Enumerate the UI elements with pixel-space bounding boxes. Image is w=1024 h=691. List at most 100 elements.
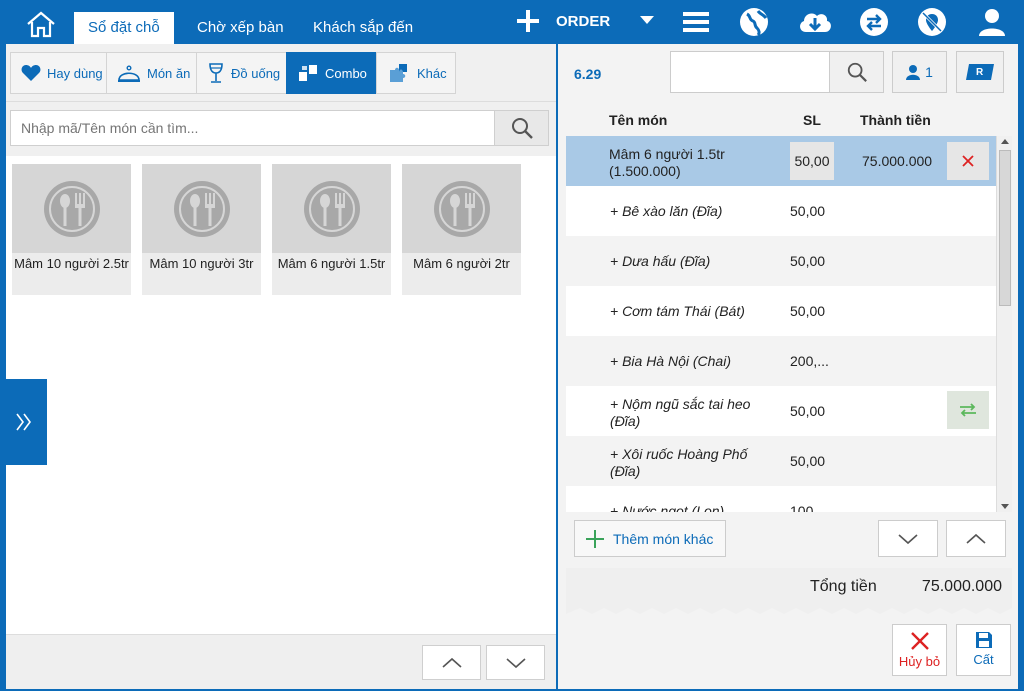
order-item-name: + Nộm ngũ sắc tai heo (Đĩa) xyxy=(610,396,751,429)
scroll-up-arrow-icon[interactable] xyxy=(1001,139,1009,144)
order-item-qty: 50,00 xyxy=(790,403,826,419)
menu-item-grid: Mâm 10 người 2.5tr Mâm 10 người 3tr Mâm … xyxy=(6,156,556,634)
order-search-button[interactable] xyxy=(829,51,884,93)
order-table-header: Tên món SL Thành tiền xyxy=(566,102,996,136)
order-row[interactable]: + Cơm tám Thái (Bát) 50,00 xyxy=(566,286,996,336)
menu-item[interactable]: Mâm 10 người 3tr xyxy=(142,164,261,295)
cloche-icon xyxy=(118,65,140,82)
order-actions-row: Thêm món khác xyxy=(558,512,1018,568)
category-label: Hay dùng xyxy=(47,65,103,81)
page-up-button[interactable] xyxy=(422,645,481,680)
order-item-name: + Bia Hà Nội (Chai) xyxy=(610,353,731,369)
search-input[interactable] xyxy=(10,110,496,146)
column-header-name: Tên món xyxy=(609,112,668,128)
category-other[interactable]: Khác xyxy=(376,52,456,94)
tab-arriving-guests[interactable]: Khách sắp đến xyxy=(299,12,427,44)
menu-item-name: Mâm 10 người 2.5tr xyxy=(14,256,129,271)
close-icon xyxy=(962,155,974,167)
category-combo[interactable]: Combo xyxy=(286,52,377,94)
top-bar: Sổ đặt chỗ Chờ xếp bàn Khách sắp đến ORD… xyxy=(0,0,1024,44)
order-item-qty[interactable]: 50,00 xyxy=(790,142,834,180)
scrollbar-thumb[interactable] xyxy=(999,150,1011,306)
order-search-input[interactable] xyxy=(670,51,830,93)
menu-item[interactable]: Mâm 10 người 2.5tr xyxy=(12,164,131,295)
menu-pager xyxy=(6,634,556,689)
page-down-button[interactable] xyxy=(486,645,545,680)
order-row[interactable]: + Xôi ruốc Hoàng Phố (Đĩa) 50,00 xyxy=(566,436,996,486)
order-label[interactable]: ORDER xyxy=(556,13,610,30)
column-header-amount: Thành tiền xyxy=(860,112,931,128)
receipt-edge xyxy=(566,604,1012,614)
tab-reservation-book[interactable]: Sổ đặt chỗ xyxy=(74,12,174,44)
menu-item[interactable]: Mâm 6 người 2tr xyxy=(402,164,521,295)
order-item-name: + Nước ngọt (Lon) xyxy=(610,503,725,512)
dish-placeholder-icon xyxy=(272,164,391,253)
chevron-up-icon xyxy=(441,657,462,668)
order-item-qty: 200,... xyxy=(790,353,829,369)
cloud-download-icon[interactable] xyxy=(796,6,831,38)
order-row[interactable]: + Bê xào lăn (Đĩa) 50,00 xyxy=(566,186,996,236)
category-label: Đồ uống xyxy=(231,65,281,81)
scroll-down-arrow-icon[interactable] xyxy=(1001,504,1009,509)
search-row xyxy=(6,102,556,156)
column-header-qty: SL xyxy=(803,112,821,128)
plus-icon[interactable] xyxy=(515,8,541,34)
save-label: Cất xyxy=(973,652,994,667)
total-value: 75.000.000 xyxy=(921,578,1002,595)
category-favorites[interactable]: Hay dùng xyxy=(10,52,107,94)
save-button[interactable]: Cất xyxy=(956,624,1011,676)
sync-icon[interactable] xyxy=(858,6,890,38)
category-drinks[interactable]: Đồ uống xyxy=(196,52,287,94)
cancel-button[interactable]: Hủy bỏ xyxy=(892,624,947,676)
category-label: Món ăn xyxy=(147,65,191,81)
guest-count-button[interactable]: 1 xyxy=(892,51,947,93)
order-row[interactable]: + Nộm ngũ sắc tai heo (Đĩa) 50,00 xyxy=(566,386,996,436)
order-item-amount: 75.000.000 xyxy=(862,153,933,169)
order-row[interactable]: + Bia Hà Nội (Chai) 200,... xyxy=(566,336,996,386)
order-scrollbar[interactable] xyxy=(996,136,1012,512)
order-row[interactable]: Mâm 6 người 1.5tr (1.500.000) 50,00 75.0… xyxy=(566,136,996,186)
add-more-items-button[interactable]: Thêm món khác xyxy=(574,520,726,557)
swap-icon xyxy=(960,403,976,417)
menu-item[interactable]: Mâm 6 người 1.5tr xyxy=(272,164,391,295)
user-icon[interactable] xyxy=(976,6,1008,38)
order-item-qty: 100,... xyxy=(790,503,829,512)
remove-item-button[interactable] xyxy=(947,142,989,180)
order-row[interactable]: + Dưa hấu (Đĩa) 50,00 xyxy=(566,236,996,286)
chevron-down-icon xyxy=(898,533,918,544)
dish-placeholder-icon xyxy=(402,164,521,253)
menu-item-name: Mâm 6 người 1.5tr xyxy=(277,256,386,271)
close-icon xyxy=(910,632,929,650)
total-label: Tổng tiền xyxy=(810,578,877,595)
save-icon xyxy=(975,632,992,648)
order-item-qty: 50,00 xyxy=(790,253,826,269)
home-icon[interactable] xyxy=(24,10,58,38)
order-item-name: + Dưa hấu (Đĩa) xyxy=(610,253,711,269)
r-tag-label: R xyxy=(976,67,984,78)
location-off-icon[interactable] xyxy=(916,6,948,38)
expand-sidebar-button[interactable] xyxy=(0,379,47,465)
person-icon xyxy=(906,65,921,80)
reservation-tag-button[interactable]: R xyxy=(956,51,1004,93)
dish-placeholder-icon xyxy=(142,164,261,253)
menu-item-name: Mâm 10 người 3tr xyxy=(149,256,254,271)
order-rows: Mâm 6 người 1.5tr (1.500.000) 50,00 75.0… xyxy=(566,136,996,512)
chevron-down-icon[interactable] xyxy=(640,16,654,24)
order-header: 6.29 1 R xyxy=(558,44,1018,102)
puzzle-icon xyxy=(390,64,407,82)
tab-waiting-table[interactable]: Chờ xếp bàn xyxy=(183,12,298,44)
scroll-up-button[interactable] xyxy=(946,520,1006,557)
scroll-down-button[interactable] xyxy=(878,520,938,557)
search-icon xyxy=(511,118,533,139)
category-dishes[interactable]: Món ăn xyxy=(106,52,197,94)
combo-icon xyxy=(299,65,317,81)
menu-icon[interactable] xyxy=(680,6,712,38)
guest-count: 1 xyxy=(925,64,933,80)
table-number: 6.29 xyxy=(574,66,602,82)
globe-icon[interactable] xyxy=(738,6,770,38)
swap-item-button[interactable] xyxy=(947,391,989,429)
order-item-name: + Xôi ruốc Hoàng Phố (Đĩa) xyxy=(610,446,748,479)
order-panel: 6.29 1 R Tên món SL Thành tiền Mâm 6 ngư… xyxy=(558,44,1018,689)
search-button[interactable] xyxy=(494,110,549,146)
order-row[interactable]: + Nước ngọt (Lon) 100,... xyxy=(566,486,996,512)
